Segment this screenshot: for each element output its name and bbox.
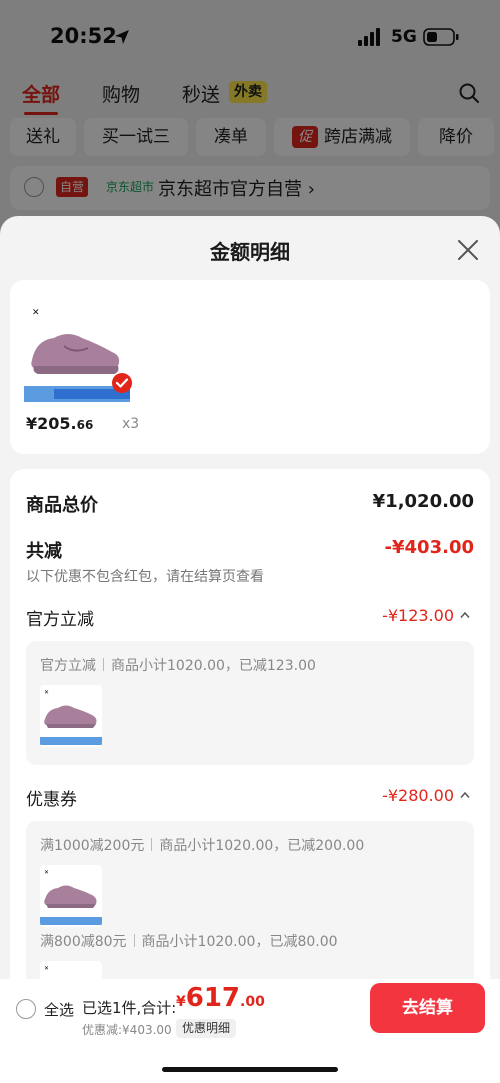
- svg-text:✕: ✕: [32, 308, 40, 318]
- official-discount-box: 官方立减 商品小计1020.00，已减123.00 ✕: [26, 641, 474, 765]
- checkout-button[interactable]: 去结算: [370, 983, 485, 1033]
- coupon-line-2: 满800减80元 商品小计1020.00，已减80.00: [40, 931, 338, 951]
- total-reduction-value: -¥403.00: [384, 537, 474, 558]
- selected-summary: 已选1件,合计:: [82, 999, 177, 1017]
- official-product-thumb: ✕: [40, 685, 102, 747]
- coupon-1-title: 满1000减200元: [40, 838, 145, 854]
- reduction-note: 以下优惠不包含红包，请在结算页查看: [26, 569, 264, 585]
- selected-check-icon: [112, 373, 132, 393]
- coupon-1-detail: 商品小计1020.00，已减200.00: [159, 838, 365, 854]
- coupon-value[interactable]: -¥280.00: [382, 786, 470, 805]
- coupon-1-product-thumb: ✕: [40, 865, 102, 927]
- official-discount-label: 官方立减: [26, 610, 94, 630]
- select-all-radio[interactable]: [16, 999, 36, 1019]
- checkout-bar: 全选 已选1件,合计: ¥617.00 优惠减:¥403.00 优惠明细 去结算: [0, 979, 500, 1083]
- official-line-detail: 商品小计1020.00，已减123.00: [111, 658, 316, 674]
- home-indicator: [162, 1067, 338, 1072]
- svg-text:✕: ✕: [44, 869, 49, 876]
- discount-detail-tag[interactable]: 优惠明细: [176, 1019, 237, 1038]
- chevron-up-icon: [460, 611, 470, 618]
- svg-text:✕: ✕: [44, 965, 49, 972]
- product-price-int: ¥205.: [26, 414, 77, 433]
- coupon-2-detail: 商品小计1020.00，已减80.00: [141, 934, 338, 950]
- coupon-line-1: 满1000减200元 商品小计1020.00，已减200.00: [40, 835, 364, 855]
- total-integer: 617: [185, 983, 241, 1013]
- total-amount: ¥617.00: [176, 983, 265, 1013]
- close-icon[interactable]: [456, 238, 480, 262]
- chevron-up-icon: [460, 791, 470, 798]
- total-reduction-label: 共减: [26, 541, 62, 562]
- coupon-amount: -¥280.00: [382, 786, 454, 805]
- product-price: ¥205.66: [26, 414, 93, 433]
- official-line-title: 官方立减: [40, 658, 96, 674]
- total-decimal: .00: [240, 994, 265, 1010]
- official-discount-line: 官方立减 商品小计1020.00，已减123.00: [40, 655, 316, 675]
- amount-detail-card: 商品总价 ¥1,020.00 共减 -¥403.00 以下优惠不包含红包，请在结…: [10, 469, 490, 1029]
- total-price-label: 商品总价: [26, 495, 98, 516]
- select-all-label[interactable]: 全选: [44, 999, 74, 1020]
- coupon-2-title: 满800减80元: [40, 934, 127, 950]
- saved-amount: 优惠减:¥403.00: [82, 1023, 172, 1037]
- product-quantity: x3: [122, 416, 140, 432]
- official-discount-amount: -¥123.00: [382, 606, 454, 625]
- total-currency: ¥: [176, 994, 186, 1010]
- amount-detail-sheet: 金额明细 ✕ ¥205.66 x3 商品总价 ¥1,020.00 共减 -¥40…: [0, 216, 500, 1083]
- svg-text:✕: ✕: [44, 689, 49, 696]
- product-price-dec: 66: [76, 418, 94, 432]
- official-discount-value[interactable]: -¥123.00: [382, 606, 470, 625]
- sheet-title: 金额明细: [210, 240, 290, 264]
- total-price-value: ¥1,020.00: [372, 491, 474, 512]
- coupon-label: 优惠券: [26, 790, 77, 810]
- product-card: ✕ ¥205.66 x3: [10, 280, 490, 454]
